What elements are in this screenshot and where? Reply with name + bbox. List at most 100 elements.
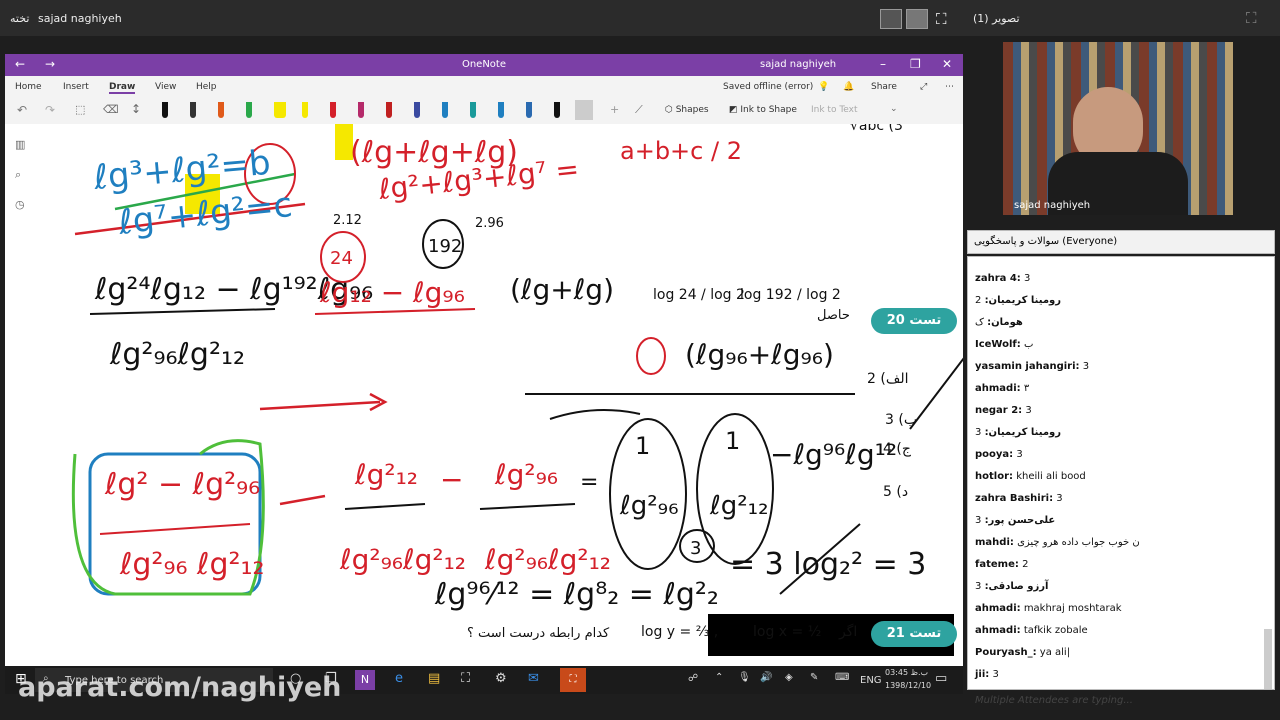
- tab-view[interactable]: View: [155, 82, 176, 92]
- eraser-icon[interactable]: ⌫: [103, 103, 119, 116]
- notification-icon[interactable]: ▭: [935, 671, 947, 686]
- fullscreen-icon[interactable]: ⛶: [936, 10, 947, 28]
- people-icon[interactable]: ☍: [688, 673, 698, 684]
- ink-fraction-red-box: [99, 523, 251, 535]
- chat-scrollbar[interactable]: [1264, 629, 1272, 689]
- ruler-icon[interactable]: ⟋: [635, 103, 643, 117]
- chat-sender: رومینا کریمیان:: [984, 295, 1061, 306]
- tab-help[interactable]: Help: [196, 82, 217, 92]
- ink-writing-black-5: −ℓg⁹⁶ℓg¹²: [770, 438, 897, 471]
- chat-message: IceWolf: ب: [975, 339, 1033, 350]
- store-icon[interactable]: ⛶: [461, 671, 470, 686]
- pen-blue3-icon[interactable]: [526, 102, 532, 118]
- ink-drawing: ℓg³+ℓg²=b ℓg⁷+ℓg²=c (ℓg+ℓg+ℓg) ℓg²+ℓg³+ℓ…: [71, 124, 963, 656]
- tray-chevron-icon[interactable]: ⌃: [715, 672, 723, 683]
- ink-192: 192: [428, 236, 462, 257]
- chat-message: hotlor: kheili ali bood: [975, 471, 1086, 482]
- chat-text: 3: [1024, 273, 1031, 284]
- pen-blue2-icon[interactable]: [498, 102, 504, 118]
- presenter-name: sajad naghiyeh: [38, 12, 122, 25]
- language-indicator[interactable]: ENG: [860, 675, 882, 686]
- pen-yellow-icon[interactable]: [302, 102, 308, 118]
- expand-icon[interactable]: ⤢: [920, 82, 927, 92]
- tab-insert[interactable]: Insert: [63, 82, 89, 92]
- fullscreen-icon-right[interactable]: ⛶: [1246, 9, 1257, 27]
- chevron-down-icon[interactable]: ⌄: [890, 104, 898, 114]
- maximize-icon[interactable]: ❐: [910, 57, 921, 71]
- edge-icon[interactable]: e: [395, 671, 403, 686]
- test-20-badge: تست 20: [871, 308, 957, 334]
- share-button[interactable]: Share: [871, 82, 897, 92]
- pen-black-icon[interactable]: [162, 102, 168, 118]
- ink-to-text-button[interactable]: Ink to Text: [811, 105, 858, 115]
- pen-red-icon[interactable]: [330, 102, 336, 118]
- settings-icon[interactable]: ⚙: [495, 671, 507, 686]
- keyboard-icon[interactable]: ⌨: [835, 672, 849, 683]
- ink-212: 2.12: [333, 213, 362, 228]
- network-icon[interactable]: ◈: [785, 672, 793, 683]
- chat-text: ب: [1023, 339, 1034, 350]
- chat-text: ۳: [1023, 383, 1030, 394]
- pen-dark-icon[interactable]: [190, 102, 196, 118]
- file-explorer-icon[interactable]: ▤: [428, 671, 440, 686]
- microphone-icon[interactable]: 🎙: [738, 672, 751, 683]
- add-space-icon[interactable]: ↕: [131, 102, 141, 116]
- pen-teal-icon[interactable]: [470, 102, 476, 118]
- test-21-logx: log x = ½: [753, 624, 822, 640]
- layout-1-icon[interactable]: [880, 9, 902, 29]
- tab-draw[interactable]: Draw: [109, 82, 136, 94]
- test-20-fraction-1: log 24 / log 2: [653, 287, 745, 303]
- add-pen-icon[interactable]: +: [610, 103, 619, 116]
- pen-tray-icon[interactable]: ✎: [810, 672, 818, 683]
- pen-magenta-icon[interactable]: [358, 102, 364, 118]
- bell-icon[interactable]: 🔔: [843, 82, 854, 92]
- pen-red2-icon[interactable]: [386, 102, 392, 118]
- highlighter-yellow-icon[interactable]: [274, 102, 286, 118]
- chat-sender: علی‌حسن پور:: [984, 515, 1056, 526]
- pen-selected-icon[interactable]: [575, 100, 593, 120]
- ink-writing-red-6: ℓg²₉₆ℓg²₁₂: [339, 543, 466, 576]
- lasso-select-icon[interactable]: ⬚: [75, 103, 85, 116]
- chat-message: علی‌حسن پور: 3: [975, 515, 1055, 526]
- more-icon[interactable]: ⋯: [945, 82, 954, 92]
- pen-orange-icon[interactable]: [218, 102, 224, 118]
- onenote-app-icon[interactable]: N: [355, 670, 375, 690]
- chat-sender: ahmadi:: [975, 625, 1021, 636]
- note-canvas[interactable]: ▥ ⌕ ◷ ℓg³+ℓg²=b ℓg⁷+ℓg²=c (ℓg+ℓg+ℓg) ℓg²…: [5, 124, 963, 666]
- pen-green-icon[interactable]: [246, 102, 252, 118]
- ink-arrow-red-2: [279, 494, 326, 506]
- chat-message: ahmadi: ۳: [975, 383, 1029, 394]
- chat-sender: negar 2:: [975, 405, 1023, 416]
- ink-three: 3: [690, 538, 701, 559]
- clock-time[interactable]: 03:45 ب.ظ: [885, 668, 928, 677]
- adobe-connect-icon[interactable]: ⛶: [560, 668, 586, 692]
- tab-home[interactable]: Home: [15, 82, 42, 92]
- shapes-button[interactable]: ⬡ Shapes: [665, 105, 709, 115]
- chat-message: Pouryash_: ya ali|: [975, 647, 1070, 658]
- lightbulb-icon[interactable]: 💡: [818, 82, 829, 92]
- test-20-prefix: حاصل: [817, 308, 850, 323]
- volume-icon[interactable]: 🔊: [760, 672, 772, 683]
- chat-text: 3: [975, 427, 982, 438]
- ink-fraction-line-4: [344, 503, 426, 510]
- mail-icon[interactable]: ✉: [528, 671, 539, 686]
- redo-icon[interactable]: ↷: [45, 103, 55, 117]
- pen-navy-icon[interactable]: [414, 102, 420, 118]
- chat-text: 3: [1016, 449, 1023, 460]
- user-name[interactable]: sajad naghiyeh: [760, 59, 836, 70]
- chat-sender: هومان:: [987, 317, 1023, 328]
- minimize-icon[interactable]: –: [880, 57, 886, 71]
- pen-black2-icon[interactable]: [554, 102, 560, 118]
- pen-blue-icon[interactable]: [442, 102, 448, 118]
- chat-panel[interactable]: zahra 4: 3 رومینا کریمیان: 2 هومان: ک IceWo…: [967, 256, 1275, 690]
- undo-icon[interactable]: ↶: [17, 103, 27, 117]
- ink-to-shape-button[interactable]: ◩ Ink to Shape: [729, 105, 797, 115]
- chat-message: pooya: 3: [975, 449, 1023, 460]
- ink-circle-minus: [636, 337, 666, 375]
- ink-writing-black-3: (ℓg₉₆+ℓg₉₆): [685, 338, 834, 371]
- chat-text: 3: [1025, 405, 1032, 416]
- layout-2-icon[interactable]: [906, 9, 928, 29]
- clock-date[interactable]: 1398/12/10: [885, 681, 931, 690]
- chat-text: makhraj moshtarak: [1023, 603, 1122, 614]
- close-icon[interactable]: ✕: [942, 57, 952, 71]
